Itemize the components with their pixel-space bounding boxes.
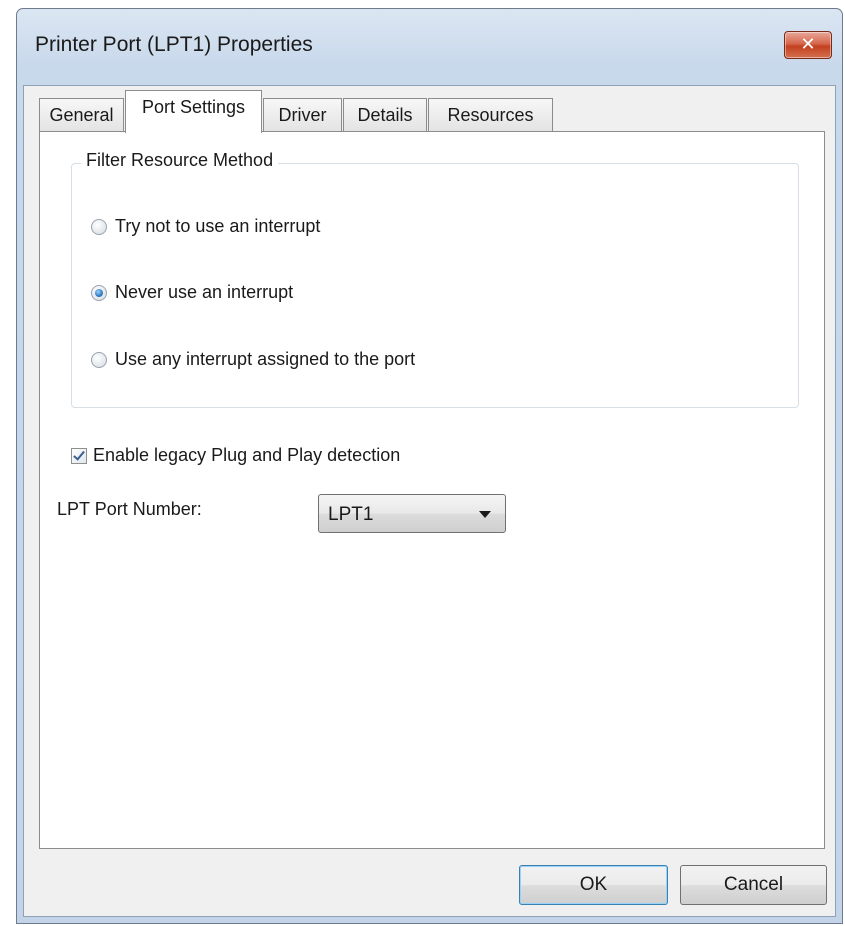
port-settings-panel: Filter Resource Method Try not to use an… [39, 131, 825, 849]
radio-label: Try not to use an interrupt [115, 216, 321, 236]
lpt-port-number-label: LPT Port Number: [57, 499, 202, 519]
ok-button[interactable]: OK [519, 865, 668, 905]
radio-try-not-to-use-interrupt[interactable]: Try not to use an interrupt [91, 216, 320, 237]
chevron-down-icon [479, 511, 491, 518]
tab-details[interactable]: Details [343, 98, 427, 132]
tab-resources[interactable]: Resources [428, 98, 553, 132]
radio-label: Use any interrupt assigned to the port [115, 349, 416, 369]
tab-port-settings[interactable]: Port Settings [125, 90, 262, 133]
radio-use-any-interrupt[interactable]: Use any interrupt assigned to the port [91, 349, 415, 370]
radio-button-selected[interactable] [91, 284, 107, 301]
radio-label: Never use an interrupt [115, 282, 294, 302]
legacy-pnp-checkbox-row[interactable]: Enable legacy Plug and Play detection [71, 445, 400, 466]
tab-general[interactable]: General [39, 98, 124, 132]
title-bar[interactable]: Printer Port (LPT1) Properties ✕ [17, 9, 842, 85]
radio-never-use-interrupt[interactable]: Never use an interrupt [91, 282, 293, 303]
tab-driver[interactable]: Driver [263, 98, 342, 132]
dialog-client-area: General Port Settings Driver Details Res… [23, 85, 836, 917]
legacy-pnp-label: Enable legacy Plug and Play detection [93, 445, 401, 465]
legacy-pnp-checkbox[interactable] [71, 447, 87, 464]
window-title: Printer Port (LPT1) Properties [35, 33, 313, 56]
cancel-button[interactable]: Cancel [680, 865, 827, 905]
filter-resource-method-legend: Filter Resource Method [81, 150, 279, 171]
properties-dialog: Printer Port (LPT1) Properties ✕ General… [16, 8, 843, 924]
lpt-port-number-dropdown[interactable]: LPT1 [318, 494, 506, 533]
radio-button[interactable] [91, 218, 107, 235]
radio-button[interactable] [91, 351, 107, 368]
close-button[interactable]: ✕ [784, 31, 832, 59]
close-icon: ✕ [800, 34, 816, 55]
lpt-port-number-value: LPT1 [328, 504, 374, 525]
